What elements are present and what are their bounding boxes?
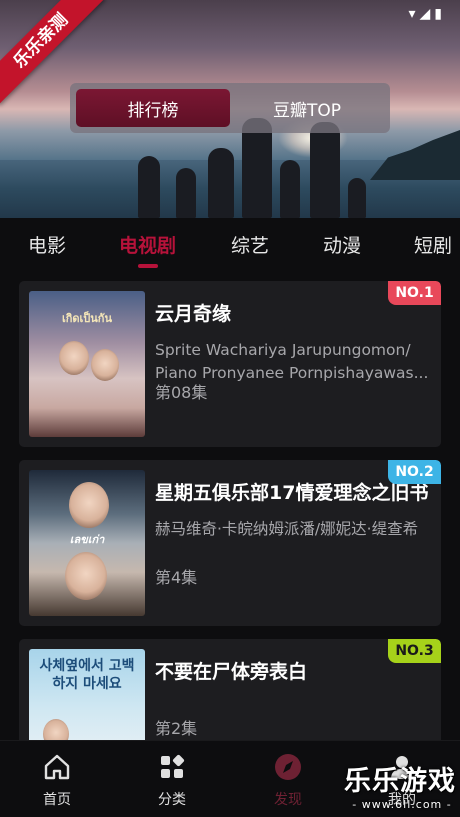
tab-movie[interactable]: 电影: [28, 231, 66, 258]
battery-icon: ▮: [434, 6, 446, 22]
watermark-logo: 乐乐游戏 - www.6ll.com -: [344, 766, 456, 811]
item-cast: 赫马维奇·卡皖纳姆派潘/娜妮达·缇查希: [155, 520, 419, 538]
douban-top-tab[interactable]: 豆瓣TOP: [230, 89, 384, 127]
nav-home[interactable]: 首页: [27, 751, 87, 809]
list-item[interactable]: เลขเก่า 星期五俱乐部17情爱理念之旧书 赫马维奇·卡皖纳姆派潘/娜妮达·…: [19, 460, 441, 626]
tab-variety[interactable]: 综艺: [231, 231, 269, 258]
list-item[interactable]: เกิดเป็นกัน 云月奇缘 Sprite Wachariya Jarupu…: [19, 281, 441, 447]
signal-icon: ◢: [419, 6, 435, 22]
home-icon: [27, 751, 87, 783]
item-episode: 第08集: [155, 383, 208, 402]
nav-discover[interactable]: 发现: [258, 751, 318, 809]
tab-tv-series[interactable]: 电视剧: [119, 231, 176, 258]
tab-anime[interactable]: 动漫: [323, 231, 361, 258]
status-bar-icons: ▾◢▮: [408, 6, 446, 22]
rocks: [370, 130, 460, 180]
poster-image: เลขเก่า: [29, 470, 145, 616]
item-episode: 第4集: [155, 568, 198, 587]
rank-badge: NO.2: [388, 460, 441, 484]
poster-image: เกิดเป็นกัน: [29, 291, 145, 437]
ranking-tab[interactable]: 排行榜: [76, 89, 230, 127]
active-tab-indicator: [138, 264, 158, 268]
rank-badge: NO.3: [388, 639, 441, 663]
nav-category[interactable]: 分类: [142, 751, 202, 809]
item-episode: 第2集: [155, 719, 198, 738]
tab-short-drama[interactable]: 短剧: [414, 231, 452, 258]
rank-badge: NO.1: [388, 281, 441, 305]
ranking-switch: 排行榜 豆瓣TOP: [70, 83, 390, 133]
wifi-icon: ▾: [408, 6, 420, 22]
grid-icon: [142, 751, 202, 783]
category-tabs: 电影 电视剧 综艺 动漫 短剧: [0, 218, 460, 274]
compass-icon: [258, 751, 318, 783]
